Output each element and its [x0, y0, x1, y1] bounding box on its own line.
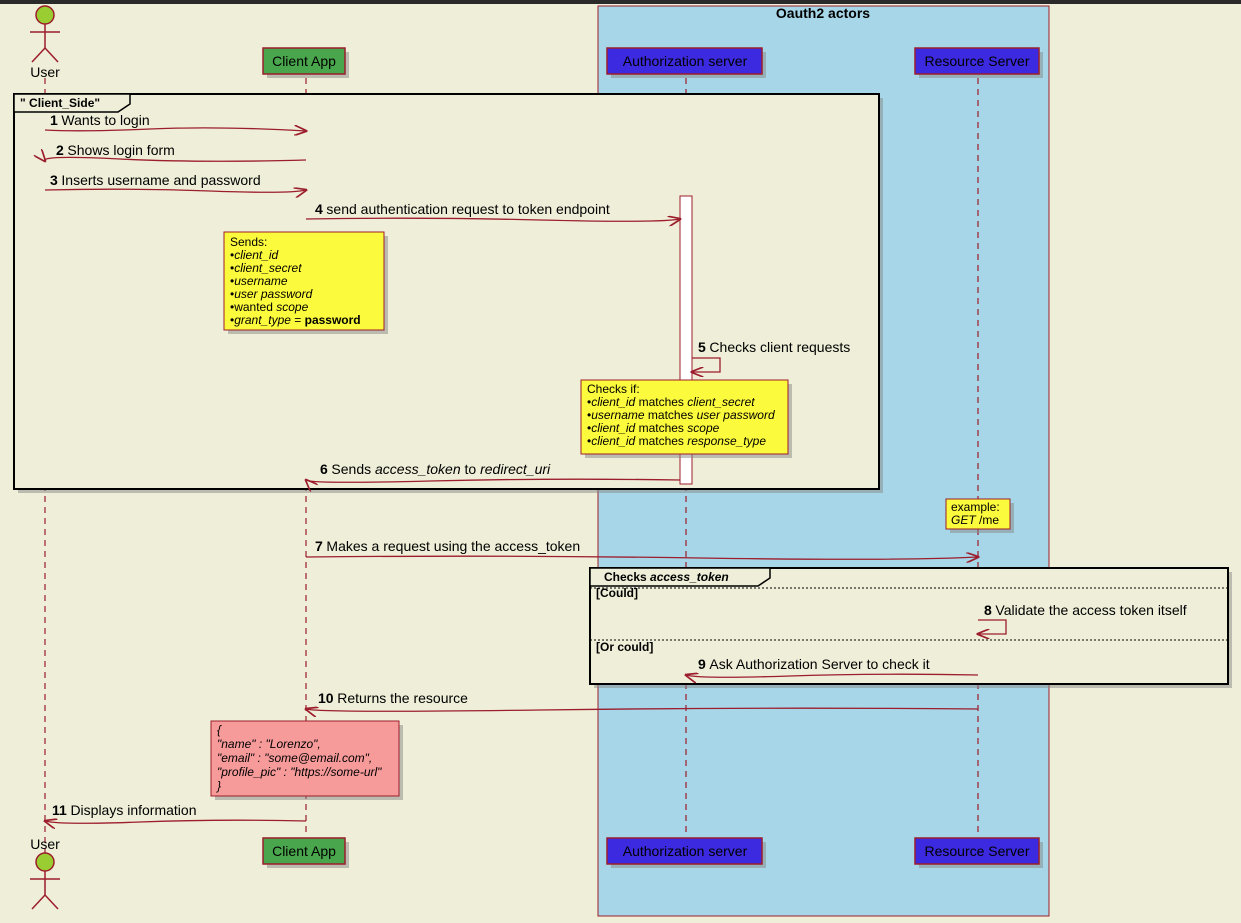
svg-text:Authorization server: Authorization server: [623, 53, 748, 69]
note-response: { "name" : "Lorenzo", "email" : "some@em…: [211, 721, 403, 800]
svg-text:8 Validate the access token it: 8 Validate the access token itself: [984, 602, 1187, 618]
group-title: Oauth2 actors: [776, 5, 870, 21]
svg-text:5 Checks client requests: 5 Checks client requests: [698, 339, 850, 355]
svg-text:"email" : "some@email.com",: "email" : "some@email.com",: [217, 751, 372, 765]
svg-text:•grant_type = password: •grant_type = password: [230, 313, 361, 327]
svg-text:•client_secret: •client_secret: [230, 261, 302, 275]
actor-user-bottom: User: [30, 836, 60, 909]
participant-resource-bottom: Resource Server: [915, 838, 1043, 868]
svg-text:•wanted scope: •wanted scope: [230, 300, 309, 314]
svg-text:Checks if:: Checks if:: [587, 382, 640, 396]
svg-text:User: User: [30, 64, 60, 80]
svg-text:3 Inserts username and passwor: 3 Inserts username and password: [50, 172, 261, 188]
svg-text:example:: example:: [951, 500, 1000, 514]
svg-text:[Or could]: [Or could]: [596, 640, 653, 654]
svg-text:" Client_Side": " Client_Side": [20, 96, 100, 110]
participant-client-top: Client App: [263, 48, 349, 78]
svg-text:"profile_pic" : "https://some-: "profile_pic" : "https://some-url": [217, 765, 382, 779]
svg-text:2 Shows login form: 2 Shows login form: [56, 142, 175, 158]
actor-user-top: User: [30, 6, 60, 80]
svg-text:•username matches user passwor: •username matches user password: [587, 408, 775, 422]
svg-text:"name" : "Lorenzo",: "name" : "Lorenzo",: [217, 737, 321, 751]
svg-text:Sends:: Sends:: [230, 235, 267, 249]
note-checks: Checks if: •client_id matches client_sec…: [581, 380, 792, 458]
svg-text:4 send authentication request: 4 send authentication request to token e…: [315, 201, 610, 217]
msg-11: 11 Displays information: [45, 802, 306, 823]
svg-text:9 Ask Authorization Server to: 9 Ask Authorization Server to check it: [698, 656, 930, 672]
svg-text:Client App: Client App: [272, 843, 336, 859]
svg-text:•client_id matches client_secr: •client_id matches client_secret: [587, 395, 755, 409]
note-sends: Sends: •client_id •client_secret •userna…: [224, 232, 388, 334]
svg-text:7 Makes a request using the ac: 7 Makes a request using the access_token: [315, 538, 580, 554]
svg-text:11 Displays information: 11 Displays information: [52, 802, 197, 818]
svg-text:Resource Server: Resource Server: [924, 843, 1029, 859]
svg-text:Checks access_token: Checks access_token: [604, 570, 729, 584]
participant-auth-top: Authorization server: [607, 48, 766, 78]
fragment-checks-token: Checks access_token [Could] 8 Validate t…: [590, 568, 1232, 688]
participant-resource-top: Resource Server: [915, 48, 1043, 78]
svg-text:•username: •username: [230, 274, 288, 288]
svg-text:6 Sends access_token to redire: 6 Sends access_token to redirect_uri: [320, 461, 551, 477]
svg-text:•client_id matches response_ty: •client_id matches response_type: [587, 434, 766, 448]
svg-text:1 Wants to login: 1 Wants to login: [50, 112, 150, 128]
note-example: example: GET /me: [946, 499, 1014, 533]
svg-text:Authorization server: Authorization server: [623, 843, 748, 859]
svg-text:}: }: [216, 779, 221, 793]
svg-text:Resource Server: Resource Server: [924, 53, 1029, 69]
svg-text:Client App: Client App: [272, 53, 336, 69]
participant-auth-bottom: Authorization server: [607, 838, 766, 868]
sequence-diagram: Oauth2 actors User Client App Authorizat…: [0, 0, 1241, 923]
svg-text:User: User: [30, 836, 60, 852]
svg-text:GET /me: GET /me: [951, 513, 999, 527]
svg-text:•client_id matches scope: •client_id matches scope: [587, 421, 720, 435]
svg-text:•client_id: •client_id: [230, 248, 279, 262]
svg-text:•user password: •user password: [230, 287, 313, 301]
svg-text:10 Returns the resource: 10 Returns the resource: [318, 690, 468, 706]
participant-client-bottom: Client App: [263, 838, 349, 868]
